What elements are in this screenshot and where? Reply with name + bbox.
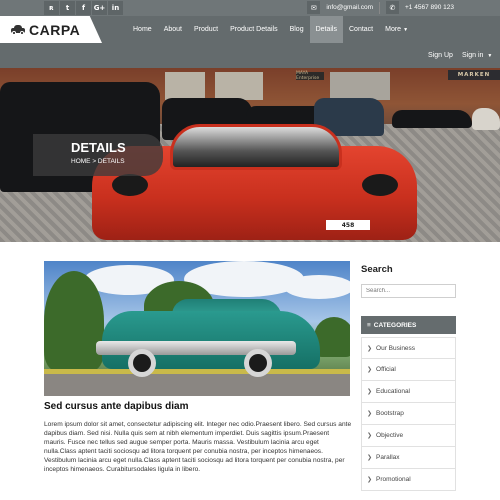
divider [379,1,381,14]
linkedin-icon[interactable]: in [108,1,123,15]
search-input[interactable] [361,284,456,298]
auth-bar [0,43,500,68]
breadcrumb-current: DETAILS [97,158,125,165]
chevron-right-icon: ❯ [367,367,373,373]
category-label: Our Business [376,344,416,352]
chevron-right-icon: ❯ [367,389,373,395]
facebook-icon[interactable]: f [76,1,91,15]
social-links: ʀ t f G+ in [44,1,123,15]
page: ʀ t f G+ in ✉ info@gmail.com ✆ +1 4567 8… [0,0,500,500]
list-icon: ≡ [367,321,371,329]
category-label: Promotional [376,476,411,483]
brand-logo[interactable]: CARPA [0,16,102,43]
chevron-right-icon: ❯ [367,433,373,439]
car-icon [11,25,25,35]
post-title: Sed cursus ante dapibus diam [44,401,189,412]
nav-product-details[interactable]: Product Details [224,16,283,43]
category-label: Educational [376,388,411,395]
chevron-right-icon: ❯ [367,455,373,461]
signup-link[interactable]: Sign Up [428,52,453,59]
nav-more-label: More [385,26,402,33]
chevron-right-icon: ❯ [367,411,373,417]
post-body: Lorem ipsum dolor sit amet, consectetur … [44,421,352,473]
chevron-down-icon: ▼ [487,53,493,59]
category-label: Official [376,366,396,373]
white-car [472,108,500,130]
license-plate: 458 [326,220,370,230]
category-label: Bootstrap [376,410,404,417]
phone-icon: ✆ [386,1,400,14]
breadcrumb-home[interactable]: HOME [71,158,91,165]
category-parallax[interactable]: ❯ Parallax [361,447,456,469]
nav-more[interactable]: More ▼ [379,16,414,43]
signin-label: Sign in [462,52,484,59]
nav-about[interactable]: About [158,16,188,43]
main-menu: Home About Product Product Details Blog … [127,16,414,43]
search-heading: Search [361,264,393,275]
post-image [44,261,350,396]
category-promotional[interactable]: ❯ Promotional [361,469,456,491]
category-bootstrap[interactable]: ❯ Bootstrap [361,403,456,425]
brand-name: CARPA [29,21,81,38]
nav-contact[interactable]: Contact [343,16,379,43]
store-sign: MARKEN [448,70,500,80]
envelope-icon: ✉ [307,1,321,14]
categories-heading-label: CATEGORIES [373,321,417,329]
chevron-right-icon: ❯ [367,477,373,483]
breadcrumb-separator: > [92,158,97,165]
category-official[interactable]: ❯ Official [361,359,456,381]
category-objective[interactable]: ❯ Objective [361,425,456,447]
category-educational[interactable]: ❯ Educational [361,381,456,403]
store-sign-small: MAYA Enterprise [296,71,324,81]
categories-heading: ≡ CATEGORIES [361,316,456,334]
contact-info: ✉ info@gmail.com ✆ +1 4567 890 123 [307,1,454,14]
phone-number: +1 4567 890 123 [405,4,454,11]
chevron-down-icon: ▼ [403,26,409,33]
chevron-right-icon: ❯ [367,345,373,352]
nav-details[interactable]: Details [309,16,343,43]
breadcrumb: HOME > DETAILS [71,158,163,165]
nav-home[interactable]: Home [127,16,158,43]
page-title: DETAILS [71,140,126,155]
rss-icon[interactable]: ʀ [44,1,59,15]
category-our-business[interactable]: ❯ Our Business [361,337,456,359]
google-plus-icon[interactable]: G+ [92,1,107,15]
category-label: Objective [376,432,404,439]
email-link[interactable]: info@gmail.com [326,4,373,11]
hero-title-box: DETAILS HOME > DETAILS [33,134,163,176]
signin-link[interactable]: Sign in ▼ [462,52,492,59]
nav-product[interactable]: Product [188,16,224,43]
nav-blog[interactable]: Blog [284,16,310,43]
category-label: Parallax [376,454,400,461]
category-list: ❯ Our Business ❯ Official ❯ Educational ❯ Bo… [361,337,456,491]
twitter-icon[interactable]: t [60,1,75,15]
